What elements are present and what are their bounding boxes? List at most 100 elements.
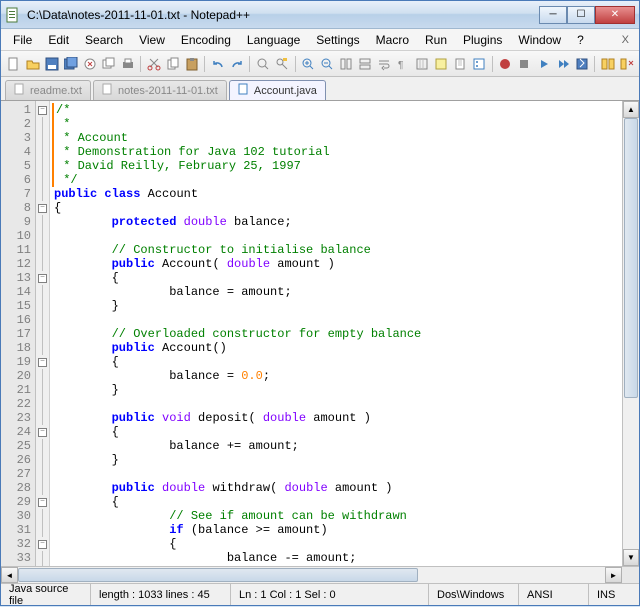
- paste-icon[interactable]: [183, 55, 200, 73]
- menu-run[interactable]: Run: [417, 31, 455, 49]
- code-line[interactable]: [54, 313, 618, 327]
- code-line[interactable]: protected double balance;: [54, 215, 618, 229]
- close-all-icon[interactable]: [100, 55, 117, 73]
- menu-view[interactable]: View: [131, 31, 173, 49]
- open-file-icon[interactable]: [24, 55, 41, 73]
- code-line[interactable]: {: [54, 355, 618, 369]
- save-icon[interactable]: [43, 55, 60, 73]
- menu-file[interactable]: File: [5, 31, 40, 49]
- scroll-left-icon[interactable]: ◄: [1, 567, 18, 583]
- minimize-button[interactable]: ─: [539, 6, 567, 24]
- horizontal-scrollbar[interactable]: ◄ ►: [1, 567, 622, 583]
- tab-notes-2011-11-01-txt[interactable]: notes-2011-11-01.txt: [93, 80, 227, 100]
- new-file-icon[interactable]: [5, 55, 22, 73]
- code-line[interactable]: * David Reilly, February 25, 1997: [54, 159, 618, 173]
- stop-macro-icon[interactable]: [516, 55, 533, 73]
- menu-plugins[interactable]: Plugins: [455, 31, 510, 49]
- code-line[interactable]: public class Account: [54, 187, 618, 201]
- redo-icon[interactable]: [228, 55, 245, 73]
- code-line[interactable]: balance = 0.0;: [54, 369, 618, 383]
- close-file-icon[interactable]: [81, 55, 98, 73]
- menu-help[interactable]: ?: [569, 31, 592, 49]
- status-mode[interactable]: INS: [589, 584, 639, 605]
- undo-icon[interactable]: [209, 55, 226, 73]
- play-multi-icon[interactable]: [554, 55, 571, 73]
- code-line[interactable]: public Account( double amount ): [54, 257, 618, 271]
- clear-compare-icon[interactable]: [618, 55, 635, 73]
- doc-map-icon[interactable]: [452, 55, 469, 73]
- fold-toggle[interactable]: −: [38, 204, 47, 213]
- hscroll-thumb[interactable]: [18, 568, 418, 582]
- menu-language[interactable]: Language: [239, 31, 308, 49]
- show-all-chars-icon[interactable]: ¶: [395, 55, 412, 73]
- user-lang-icon[interactable]: [433, 55, 450, 73]
- code-line[interactable]: public void deposit( double amount ): [54, 411, 618, 425]
- cut-icon[interactable]: [145, 55, 162, 73]
- scroll-right-icon[interactable]: ►: [605, 567, 622, 583]
- tab-Account-java[interactable]: Account.java: [229, 80, 326, 100]
- find-icon[interactable]: [254, 55, 271, 73]
- scroll-down-icon[interactable]: ▼: [623, 549, 639, 566]
- code-line[interactable]: if (balance >= amount): [54, 523, 618, 537]
- print-icon[interactable]: [119, 55, 136, 73]
- vscroll-thumb[interactable]: [624, 118, 638, 398]
- code-line[interactable]: }: [54, 453, 618, 467]
- fold-column[interactable]: −−−−−−−: [36, 101, 50, 566]
- save-macro-icon[interactable]: [573, 55, 590, 73]
- code-line[interactable]: [54, 467, 618, 481]
- menu-settings[interactable]: Settings: [308, 31, 367, 49]
- code-line[interactable]: *: [54, 117, 618, 131]
- compare-icon[interactable]: [599, 55, 616, 73]
- code-line[interactable]: balance += amount;: [54, 439, 618, 453]
- code-line[interactable]: }: [54, 383, 618, 397]
- fold-toggle[interactable]: −: [38, 274, 47, 283]
- code-line[interactable]: {: [54, 201, 618, 215]
- code-line[interactable]: {: [54, 537, 618, 551]
- replace-icon[interactable]: [273, 55, 290, 73]
- func-list-icon[interactable]: [471, 55, 488, 73]
- code-line[interactable]: [54, 397, 618, 411]
- sync-v-icon[interactable]: [338, 55, 355, 73]
- save-all-icon[interactable]: [62, 55, 79, 73]
- code-line[interactable]: balance -= amount;: [54, 551, 618, 565]
- fold-toggle[interactable]: −: [38, 358, 47, 367]
- indent-guide-icon[interactable]: [414, 55, 431, 73]
- play-macro-icon[interactable]: [535, 55, 552, 73]
- sync-h-icon[interactable]: [357, 55, 374, 73]
- menu-edit[interactable]: Edit: [40, 31, 77, 49]
- close-button[interactable]: ✕: [595, 6, 635, 24]
- record-macro-icon[interactable]: [497, 55, 514, 73]
- titlebar[interactable]: C:\Data\notes-2011-11-01.txt - Notepad++…: [1, 1, 639, 29]
- zoom-in-icon[interactable]: [299, 55, 316, 73]
- fold-toggle[interactable]: −: [38, 428, 47, 437]
- code-line[interactable]: {: [54, 425, 618, 439]
- maximize-button[interactable]: ☐: [567, 6, 595, 24]
- code-line[interactable]: return amount;: [54, 565, 618, 566]
- menu-encoding[interactable]: Encoding: [173, 31, 239, 49]
- code-line[interactable]: // Constructor to initialise balance: [54, 243, 618, 257]
- code-line[interactable]: */: [54, 173, 618, 187]
- menu-macro[interactable]: Macro: [368, 31, 417, 49]
- fold-toggle[interactable]: −: [38, 106, 47, 115]
- code-line[interactable]: // See if amount can be withdrawn: [54, 509, 618, 523]
- menu-search[interactable]: Search: [77, 31, 131, 49]
- line-number-gutter[interactable]: 1234567891011121314151617181920212223242…: [1, 101, 36, 566]
- zoom-out-icon[interactable]: [319, 55, 336, 73]
- vertical-scrollbar[interactable]: ▲ ▼: [622, 101, 639, 566]
- code-line[interactable]: {: [54, 271, 618, 285]
- code-line[interactable]: /*: [54, 103, 618, 117]
- code-editor[interactable]: /* * * Account * Demonstration for Java …: [50, 101, 622, 566]
- code-line[interactable]: public double withdraw( double amount ): [54, 481, 618, 495]
- menu-window[interactable]: Window: [510, 31, 569, 49]
- code-line[interactable]: balance = amount;: [54, 285, 618, 299]
- scroll-up-icon[interactable]: ▲: [623, 101, 639, 118]
- status-encoding[interactable]: ANSI: [519, 584, 589, 605]
- code-line[interactable]: [54, 229, 618, 243]
- code-line[interactable]: {: [54, 495, 618, 509]
- code-line[interactable]: * Demonstration for Java 102 tutorial: [54, 145, 618, 159]
- code-line[interactable]: public Account(): [54, 341, 618, 355]
- code-line[interactable]: }: [54, 299, 618, 313]
- tab-readme-txt[interactable]: readme.txt: [5, 80, 91, 100]
- wordwrap-icon[interactable]: [376, 55, 393, 73]
- code-line[interactable]: * Account: [54, 131, 618, 145]
